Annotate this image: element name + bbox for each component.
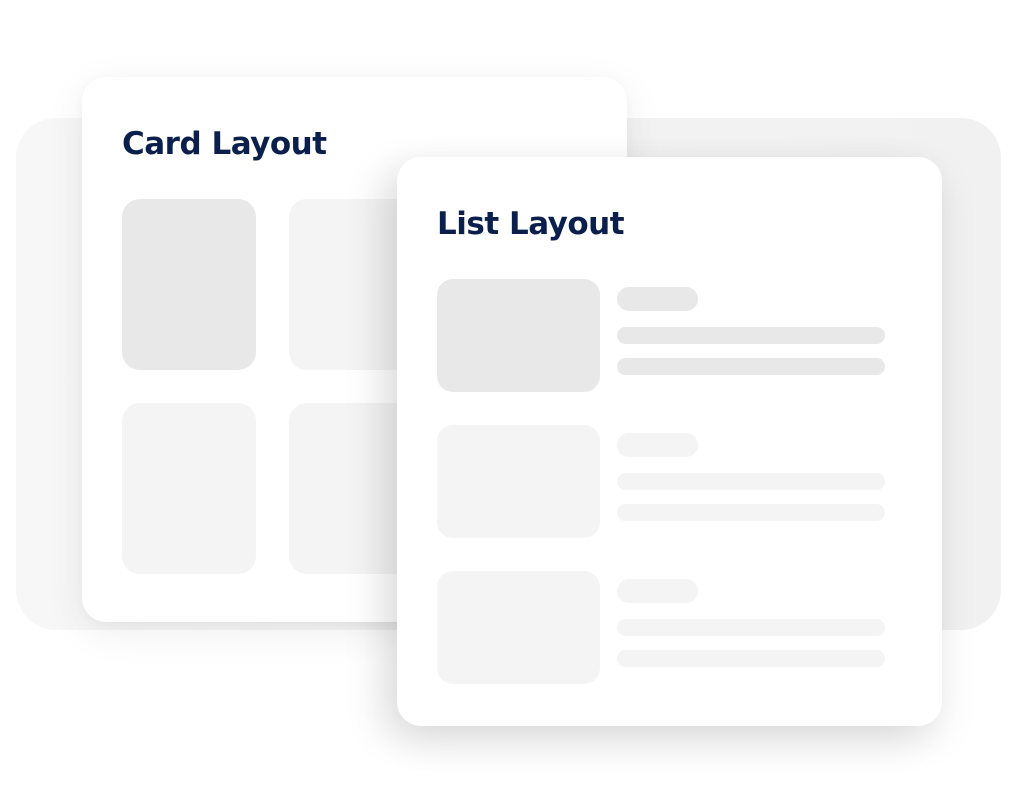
- list-item-tag-placeholder: [617, 579, 698, 603]
- list-item-tag-placeholder: [617, 287, 698, 311]
- list-layout-panel: List Layout: [397, 157, 942, 726]
- list-item-text-line-placeholder: [617, 473, 885, 490]
- list-item-text-line-placeholder: [617, 650, 885, 667]
- list-item: [437, 425, 885, 539]
- list-item-thumbnail-placeholder: [437, 279, 600, 392]
- list-item-text-line-placeholder: [617, 358, 885, 375]
- list-layout-title: List Layout: [437, 206, 625, 242]
- list-item-thumbnail-placeholder: [437, 571, 600, 684]
- list-item: [437, 279, 885, 393]
- card-layout-title: Card Layout: [122, 126, 327, 162]
- list-item-text-line-placeholder: [617, 619, 885, 636]
- card-placeholder-tile: [122, 199, 256, 370]
- list-item-thumbnail-placeholder: [437, 425, 600, 538]
- card-placeholder-tile: [122, 403, 256, 574]
- list-item: [437, 571, 885, 685]
- list-item-text-line-placeholder: [617, 504, 885, 521]
- list-item-tag-placeholder: [617, 433, 698, 457]
- list-item-text-line-placeholder: [617, 327, 885, 344]
